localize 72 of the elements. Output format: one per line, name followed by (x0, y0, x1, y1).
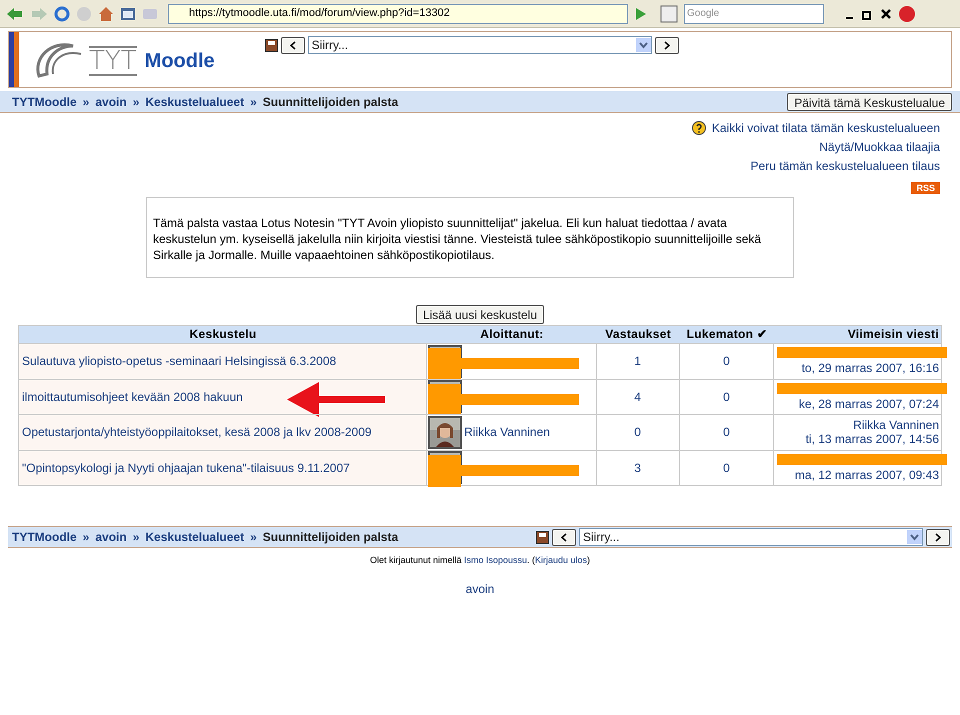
chevron-left-icon (290, 40, 296, 50)
logo-name: Moodle (144, 49, 215, 74)
save-icon[interactable] (536, 530, 549, 544)
reply-count[interactable]: 0 (634, 423, 641, 442)
unread-count: 0 (723, 388, 730, 406)
breadcrumb-separator: » (132, 94, 140, 110)
add-discussion-button[interactable]: Lisää uusi keskustelu (416, 305, 544, 324)
course-link[interactable]: avoin (466, 580, 494, 598)
next-button[interactable] (654, 36, 679, 54)
breadcrumb-separator: » (132, 529, 140, 546)
help-icon[interactable] (692, 121, 706, 135)
topic-link[interactable]: Opetustarjonta/yhteistyöoppilaitokset, kesä 2008 ja lkv 2008-2009 (22, 423, 372, 442)
topic-link[interactable]: Sulautuva yliopisto-opetus -seminaari Helsingissä 6.3.2008 (22, 352, 336, 370)
jump-select[interactable]: Siirry... (308, 36, 652, 54)
reply-count[interactable]: 1 (634, 352, 641, 370)
breadcrumb-link[interactable]: Keskustelualueet (145, 92, 244, 110)
back-icon[interactable] (6, 6, 24, 22)
breadcrumb-link[interactable]: TYTMoodle (12, 92, 77, 110)
logout-link[interactable]: Kirjaudu ulos (535, 554, 588, 568)
refresh-icon[interactable] (54, 6, 70, 22)
unread-count: 0 (723, 353, 730, 370)
column-header: Vastaukset (604, 326, 672, 343)
breadcrumb-link[interactable]: avoin (95, 92, 127, 110)
unread-count: 0 (723, 424, 730, 442)
column-header: Aloittanut: (479, 326, 545, 343)
breadcrumb-current: Suunnittelijoiden palsta (262, 94, 398, 110)
subscription-link[interactable]: Kaikki voivat tilata tämän keskustelualueen (712, 119, 940, 137)
last-post-author[interactable]: Riikka Vanninen (853, 418, 939, 432)
column-header: Keskustelu (188, 326, 258, 343)
chevron-right-icon (935, 532, 941, 542)
search-engine-icon[interactable] (660, 4, 678, 22)
breadcrumb-separator: » (250, 94, 257, 110)
search-field[interactable]: Google (684, 4, 824, 24)
login-info: Olet kirjautunut nimellä (370, 554, 462, 567)
column-header: Viimeisin viesti (846, 326, 940, 343)
breadcrumb-link[interactable]: Keskustelualueet (145, 528, 244, 546)
forum-intro: Tämä palsta vastaa Lotus Notesin "TYT Avoin yliopisto suunnittelijat" jakelua. Eli kun haluat tiedottaa / avata keskustelun ym. kyseisellä jakelulla niin kirjoita viestisi tänne. Viesteistä tulee sähköpostikopio suunnittelijoille sekä Sirkalle ja Jormalle. Muille vapaaehtoinen sähköpostikopiotilaus. (146, 197, 794, 278)
previous-button[interactable] (280, 36, 305, 54)
reply-count[interactable]: 3 (634, 458, 641, 477)
close-icon[interactable] (880, 8, 892, 20)
user-link[interactable]: Ismo Isopoussu (464, 554, 528, 568)
reply-count[interactable]: 4 (634, 388, 641, 406)
chevron-right-icon (664, 40, 670, 50)
breadcrumb-separator: » (82, 529, 90, 546)
breadcrumb-separator: » (250, 529, 257, 546)
update-forum-button[interactable]: Päivitä tämä Keskustelualue (787, 92, 952, 110)
chevron-left-icon (561, 532, 567, 542)
login-info: . ( (527, 554, 536, 567)
jump-select[interactable]: Siirry... (579, 528, 923, 546)
previous-button[interactable] (552, 528, 576, 546)
home-icon[interactable] (98, 6, 114, 22)
last-post-date[interactable]: ti, 13 marras 2007, 14:56 (806, 432, 939, 446)
dropdown-icon (907, 530, 922, 544)
breadcrumb-separator: » (82, 94, 90, 110)
login-info: ) (587, 554, 590, 567)
dropdown-icon (636, 38, 651, 52)
url-field[interactable]: https://tytmoodle.uta.fi/mod/forum/view.php?id=13302 (168, 4, 628, 24)
breadcrumb-link[interactable]: avoin (95, 528, 127, 546)
column-header: Lukematon ✔ (686, 326, 768, 343)
rss-badge[interactable]: RSS (911, 182, 940, 194)
next-button[interactable] (926, 528, 950, 546)
subscription-link[interactable]: Näytä/Muokkaa tilaajia (819, 138, 940, 156)
topic-link[interactable]: ilmoittautumisohjeet kevään 2008 hakuun (22, 388, 243, 406)
window-icon[interactable] (120, 6, 136, 22)
unread-count: 0 (723, 460, 730, 477)
play-icon[interactable] (634, 6, 648, 22)
save-icon[interactable] (264, 38, 278, 52)
logo-mark: TYT (89, 46, 137, 76)
breadcrumb-current: Suunnittelijoiden palsta (262, 529, 398, 546)
topic-link[interactable]: "Opintopsykologi ja Nyyti ohjaajan tukena"-tilaisuus 9.11.2007 (22, 458, 350, 477)
subscription-link[interactable]: Peru tämän keskustelualueen tilaus (750, 157, 940, 175)
breadcrumb-link[interactable]: TYTMoodle (12, 528, 77, 546)
